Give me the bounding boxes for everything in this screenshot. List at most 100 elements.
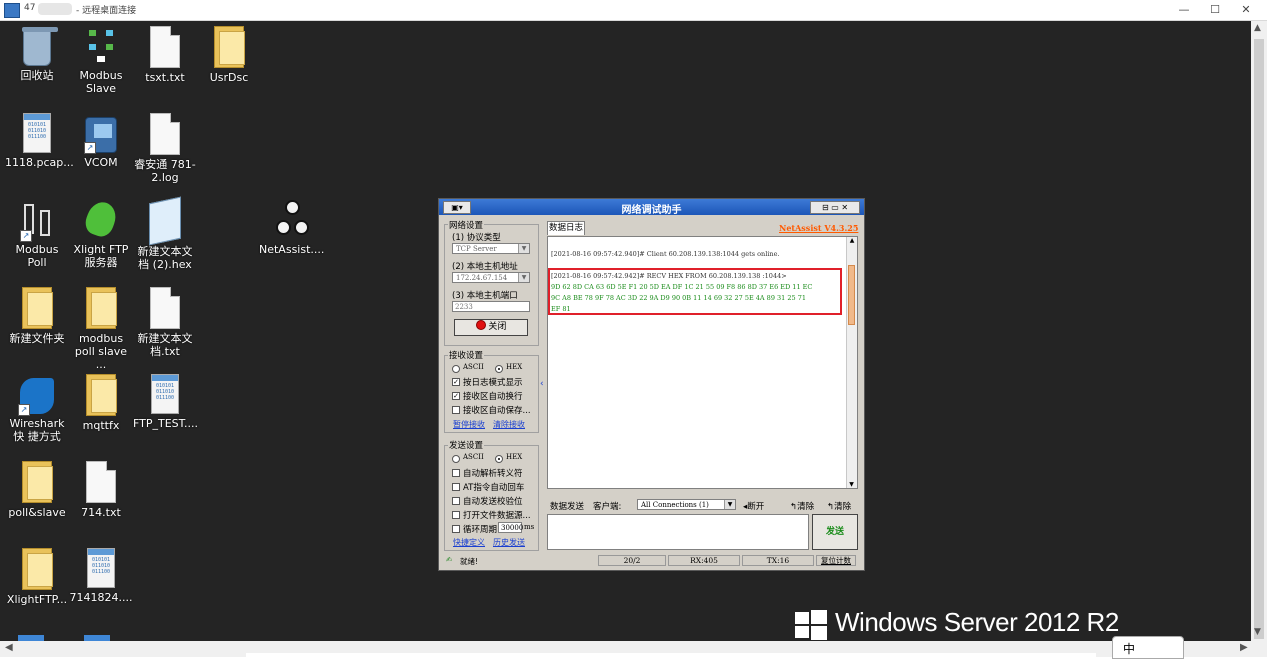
scroll-right-icon[interactable]: ▶ [1240, 642, 1248, 653]
data-log-area[interactable]: [2021-08-16 09:57:42.940]# Client 60.208… [547, 236, 858, 489]
icon-label: 新建文本文档 (2).hex [137, 245, 193, 271]
loop-send-checkbox[interactable] [452, 525, 460, 533]
desktop-icon-new-folder[interactable]: 新建文件夹 [5, 287, 69, 345]
log-file-icon [150, 113, 180, 155]
send-button[interactable]: 发送 [812, 514, 858, 550]
clear-receive-link[interactable]: 清除接收 [493, 419, 525, 430]
icon-label: 714.txt [81, 506, 121, 519]
desktop-icon-log-file[interactable]: 睿安通 781-2.log [133, 113, 197, 184]
auto-wrap-checkbox[interactable]: ✓ [452, 392, 460, 400]
version-link[interactable]: NetAssist V4.3.25 [779, 223, 858, 233]
tab-data-log[interactable]: 数据日志 [547, 221, 585, 235]
icon-label: Xlight FTP 服务器 [73, 243, 129, 269]
radio-label: HEX [506, 453, 523, 461]
desktop-icon-tsxt-txt[interactable]: tsxt.txt [133, 26, 197, 84]
desktop-icon-7141824[interactable]: 010101 011010 011100 7141824.... [69, 548, 133, 604]
tab-data-send[interactable]: 数据发送 [550, 500, 584, 512]
desktop-icon-modbus-poll[interactable]: ↗ Modbus Poll [5, 200, 69, 269]
desktop-icon-vcom[interactable]: ↗ VCOM [69, 113, 133, 169]
reset-counter-button[interactable]: 复位计数 [816, 555, 856, 566]
desktop-icon-mqttfx[interactable]: mqttfx [69, 374, 133, 432]
recv-hex-radio[interactable] [495, 365, 503, 373]
rx-counter: RX:405 [668, 555, 740, 566]
auto-save-checkbox[interactable] [452, 406, 460, 414]
icon-label: XlightFTP... [6, 593, 68, 606]
desktop-icon-netassist[interactable]: NetAssist.... [259, 200, 325, 256]
send-hex-radio[interactable] [495, 455, 503, 463]
file-source-checkbox[interactable] [452, 511, 460, 519]
port-label: (3) 本地主机端口 [452, 291, 518, 301]
send-text-area[interactable] [547, 514, 809, 550]
checksum-checkbox[interactable] [452, 497, 460, 505]
scroll-left-icon[interactable]: ◀ [5, 642, 13, 653]
scroll-thumb[interactable] [1254, 39, 1264, 639]
port-input[interactable]: 2233 [452, 301, 530, 312]
folder-icon [22, 287, 53, 329]
desktop-icon-modbus-slave[interactable]: Modbus Slave [69, 26, 133, 95]
tx-counter: TX:16 [742, 555, 814, 566]
maximize-button[interactable]: ☐ [1204, 2, 1226, 18]
host-label: (2) 本地主机地址 [452, 262, 518, 272]
scroll-up-icon[interactable]: ▲ [1254, 23, 1261, 33]
clear-log-button[interactable]: ↰清除 [790, 500, 814, 512]
client-value: All Connections (1) [641, 501, 709, 509]
desktop-icon-xlightftp[interactable]: XlightFTP... [5, 548, 69, 606]
clear-send-button[interactable]: ↰清除 [827, 500, 851, 512]
remote-desktop-icon [4, 3, 20, 18]
disconnect-button[interactable]: ◂断开 [743, 500, 764, 512]
log-line: [2021-08-16 09:57:42.942]# RECV HEX FROM… [551, 272, 787, 280]
send-ascii-radio[interactable] [452, 455, 460, 463]
window-title: 网络调试助手 [621, 205, 682, 216]
desktop-icon-ftp-test[interactable]: 010101 011010 011100 FTP_TEST.... [133, 374, 198, 430]
log-scrollbar[interactable]: ▲ ▼ [846, 237, 857, 488]
close-button[interactable]: ✕ [1235, 2, 1257, 18]
status-bar: ✍ 就绪! 20/2 RX:405 TX:16 复位计数 [440, 554, 863, 568]
parse-escape-checkbox[interactable] [452, 469, 460, 477]
protocol-select[interactable]: TCP Server ▼ [452, 243, 530, 254]
desktop-icon-hex-file[interactable]: 新建文本文档 (2).hex [133, 196, 197, 271]
loop-period-input[interactable]: 30000 [498, 522, 523, 533]
group-title: 接收设置 [448, 349, 485, 361]
icon-label: VCOM [84, 156, 118, 169]
scroll-down-icon[interactable]: ▼ [847, 481, 856, 488]
desktop-icon-xlight-ftp[interactable]: Xlight FTP 服务器 [69, 200, 133, 269]
desktop-icon-714-txt[interactable]: 714.txt [69, 461, 133, 519]
minimize-button[interactable]: — [1173, 2, 1195, 18]
at-crlf-checkbox[interactable] [452, 483, 460, 491]
recv-ascii-radio[interactable] [452, 365, 460, 373]
scroll-up-icon[interactable]: ▲ [847, 237, 857, 244]
host-address-select[interactable]: 172.24.67.154 ▼ [452, 272, 530, 283]
modbus-poll-icon: ↗ [20, 200, 52, 242]
shortcut-arrow-icon: ↗ [18, 404, 30, 416]
scroll-thumb[interactable] [246, 653, 1096, 657]
horizontal-scrollbar[interactable]: ◀ ▶ [0, 641, 1267, 657]
client-select[interactable]: All Connections (1) ▼ [637, 499, 736, 510]
send-history-link[interactable]: 历史发送 [493, 537, 525, 548]
network-nodes-icon [84, 26, 118, 66]
desktop-icon-1118-pcap[interactable]: 010101 011010 011100 1118.pcap... [5, 113, 74, 169]
window-controls[interactable]: ⊟ ▭ ✕ [810, 201, 860, 214]
icon-label: Modbus Slave [79, 69, 123, 95]
scroll-down-icon[interactable]: ▼ [1254, 627, 1261, 637]
desktop-icon-recycle-bin[interactable]: 回收站 [5, 26, 69, 82]
desktop-icon-wireshark[interactable]: ↗ Wireshark 快 捷方式 [5, 374, 69, 443]
ime-indicator[interactable]: 中 [1112, 636, 1184, 659]
checkbox-label: 打开文件数据源... [463, 511, 531, 521]
recycle-bin-icon [22, 27, 58, 66]
vertical-scrollbar[interactable]: ▲ ▼ [1251, 21, 1267, 641]
desktop-icon-poll-slave[interactable]: poll&slave [5, 461, 69, 519]
icon-label: NetAssist.... [259, 243, 325, 256]
log-mode-checkbox[interactable]: ✓ [452, 378, 460, 386]
desktop-icon-usrdsc[interactable]: UsrDsc [197, 26, 261, 84]
shortcut-define-link[interactable]: 快捷定义 [453, 537, 485, 548]
rdp-title-bar: 47 - 远程桌面连接 — ☐ ✕ [0, 0, 1267, 21]
scroll-thumb[interactable] [848, 265, 855, 325]
desktop-icon-modbus-poll-slave[interactable]: modbus poll slave ... [69, 287, 133, 371]
checkbox-label: AT指令自动回车 [463, 483, 525, 493]
pause-receive-link[interactable]: 暂停接收 [453, 419, 485, 430]
desktop-icon-new-text-doc[interactable]: 新建文本文 档.txt [133, 287, 197, 358]
close-connection-button[interactable]: 关闭 [454, 319, 528, 336]
radio-label: ASCII [463, 453, 484, 461]
host-value: 172.24.67.154 [456, 274, 508, 282]
collapse-panel-icon[interactable]: ‹ [540, 379, 544, 389]
